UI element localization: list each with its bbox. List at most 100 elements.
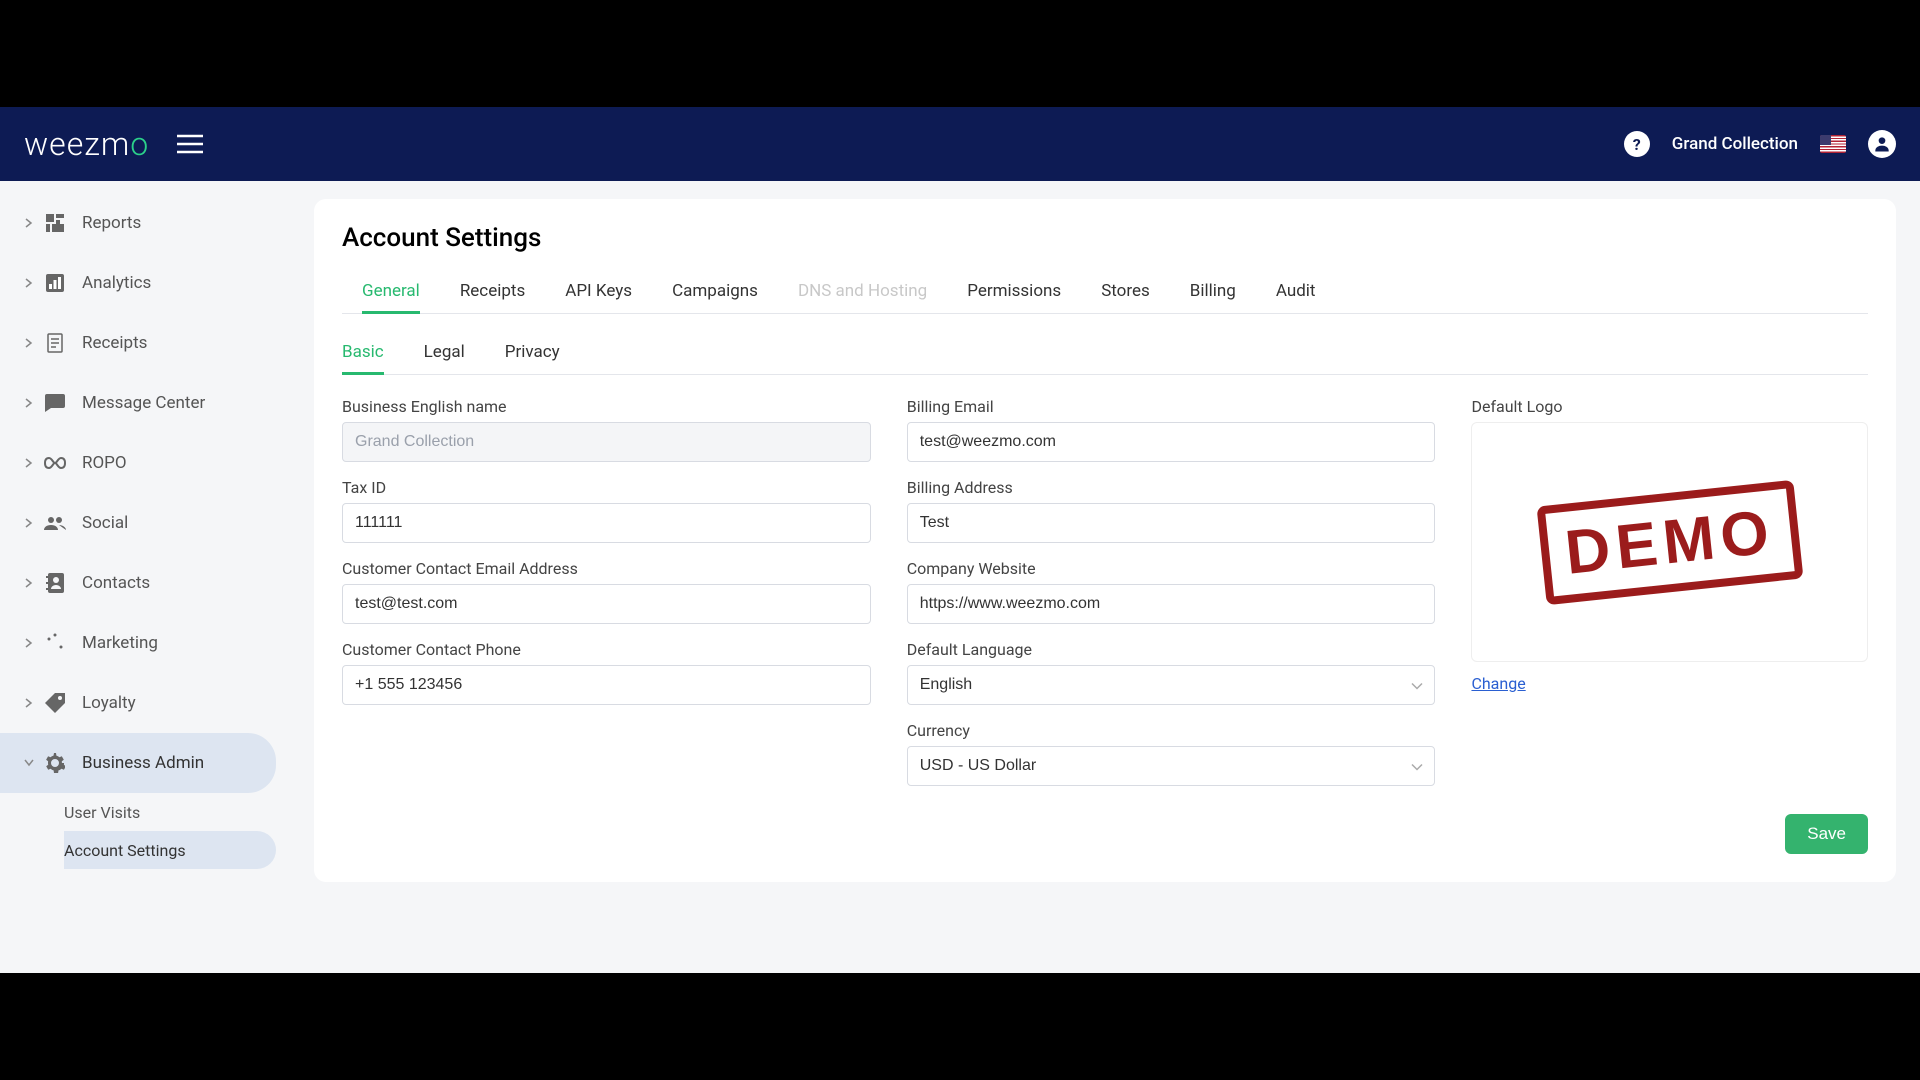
chevron-right-icon [24,698,34,708]
secondary-tabs: Basic Legal Privacy [342,332,1868,375]
field-contact-phone: Customer Contact Phone [342,640,871,705]
chevron-right-icon [24,578,34,588]
org-name[interactable]: Grand Collection [1672,134,1798,154]
grid-icon [44,212,66,234]
select-language[interactable] [907,665,1436,705]
settings-card: Account Settings General Receipts API Ke… [314,199,1896,882]
subnav-label: User Visits [64,803,140,822]
sidebar-item-label: Contacts [82,573,150,593]
subtab-legal[interactable]: Legal [424,332,485,374]
bar-chart-icon [44,272,66,294]
sidebar-item-label: Analytics [82,273,151,293]
sidebar-sub-account-settings[interactable]: Account Settings [64,831,276,869]
chevron-right-icon [24,218,34,228]
label-default-logo: Default Logo [1471,397,1868,416]
sidebar-item-ropo[interactable]: ROPO [0,433,290,493]
subtab-basic[interactable]: Basic [342,332,404,374]
sidebar-item-loyalty[interactable]: Loyalty [0,673,290,733]
sidebar-item-label: Loyalty [82,693,136,713]
sidebar-item-social[interactable]: Social [0,493,290,553]
form-col-left: Business English name Tax ID Customer Co… [342,397,871,786]
locale-flag-us[interactable] [1820,135,1846,153]
header-right: ? Grand Collection [1624,130,1896,158]
sidebar-item-reports[interactable]: Reports [0,193,290,253]
page-title: Account Settings [342,223,1868,253]
user-menu[interactable] [1868,130,1896,158]
input-billing-email[interactable] [907,422,1436,462]
input-billing-address[interactable] [907,503,1436,543]
sidebar-item-contacts[interactable]: Contacts [0,553,290,613]
field-billing-address: Billing Address [907,478,1436,543]
tab-billing[interactable]: Billing [1170,269,1256,313]
save-button[interactable]: Save [1785,814,1868,854]
input-tax-id[interactable] [342,503,871,543]
label-billing-email: Billing Email [907,397,1436,416]
sidebar-item-marketing[interactable]: Marketing [0,613,290,673]
menu-toggle[interactable] [177,134,203,154]
select-currency[interactable] [907,746,1436,786]
label-language: Default Language [907,640,1436,659]
field-tax-id: Tax ID [342,478,871,543]
sidebar-item-label: Marketing [82,633,158,653]
input-business-name [342,422,871,462]
chevron-down-icon [24,758,34,768]
tab-api-keys[interactable]: API Keys [545,269,652,313]
logo-accent: o [130,125,149,163]
user-icon [1872,134,1892,154]
sidebar-item-receipts[interactable]: Receipts [0,313,290,373]
contact-icon [44,572,66,594]
main-content: Account Settings General Receipts API Ke… [290,181,1920,973]
chevron-right-icon [24,458,34,468]
field-billing-email: Billing Email [907,397,1436,462]
field-currency: Currency [907,721,1436,786]
tab-receipts[interactable]: Receipts [440,269,545,313]
subnav-label: Account Settings [64,841,186,860]
people-icon [44,512,66,534]
label-billing-address: Billing Address [907,478,1436,497]
message-icon [44,392,66,414]
tab-audit[interactable]: Audit [1256,269,1336,313]
chevron-right-icon [24,338,34,348]
help-icon: ? [1633,135,1641,154]
field-business-name: Business English name [342,397,871,462]
subtab-privacy[interactable]: Privacy [505,332,580,374]
label-tax-id: Tax ID [342,478,871,497]
field-contact-email: Customer Contact Email Address [342,559,871,624]
chevron-right-icon [24,398,34,408]
logo[interactable]: weezmo [24,125,149,163]
form-actions: Save [342,814,1868,854]
logo-preview: DEMO [1471,422,1868,662]
app-header: weezmo ? Grand Collection [0,107,1920,181]
help-button[interactable]: ? [1624,131,1650,157]
sidebar-subnav: User Visits Account Settings [0,793,290,869]
input-contact-email[interactable] [342,584,871,624]
label-currency: Currency [907,721,1436,740]
input-contact-phone[interactable] [342,665,871,705]
field-language: Default Language [907,640,1436,705]
demo-stamp: DEMO [1536,479,1803,604]
sidebar-item-label: Message Center [82,393,205,413]
field-logo: Default Logo DEMO Change [1471,397,1868,693]
label-website: Company Website [907,559,1436,578]
field-website: Company Website [907,559,1436,624]
chevron-right-icon [24,518,34,528]
tab-permissions[interactable]: Permissions [947,269,1081,313]
sidebar-item-analytics[interactable]: Analytics [0,253,290,313]
tab-general[interactable]: General [342,269,440,313]
tab-campaigns[interactable]: Campaigns [652,269,778,313]
change-logo-link[interactable]: Change [1471,674,1525,693]
letterbox-top [0,0,1920,107]
tab-stores[interactable]: Stores [1081,269,1170,313]
sidebar-item-label: Receipts [82,333,147,353]
infinity-icon [44,452,66,474]
sidebar-sub-user-visits[interactable]: User Visits [64,793,276,831]
chevron-right-icon [24,278,34,288]
sidebar-item-business-admin[interactable]: Business Admin [0,733,276,793]
marketing-icon [44,632,66,654]
sidebar-item-label: Business Admin [82,753,204,773]
input-website[interactable] [907,584,1436,624]
receipt-icon [44,332,66,354]
label-contact-email: Customer Contact Email Address [342,559,871,578]
sidebar-item-message-center[interactable]: Message Center [0,373,290,433]
tab-dns-hosting: DNS and Hosting [778,269,947,313]
